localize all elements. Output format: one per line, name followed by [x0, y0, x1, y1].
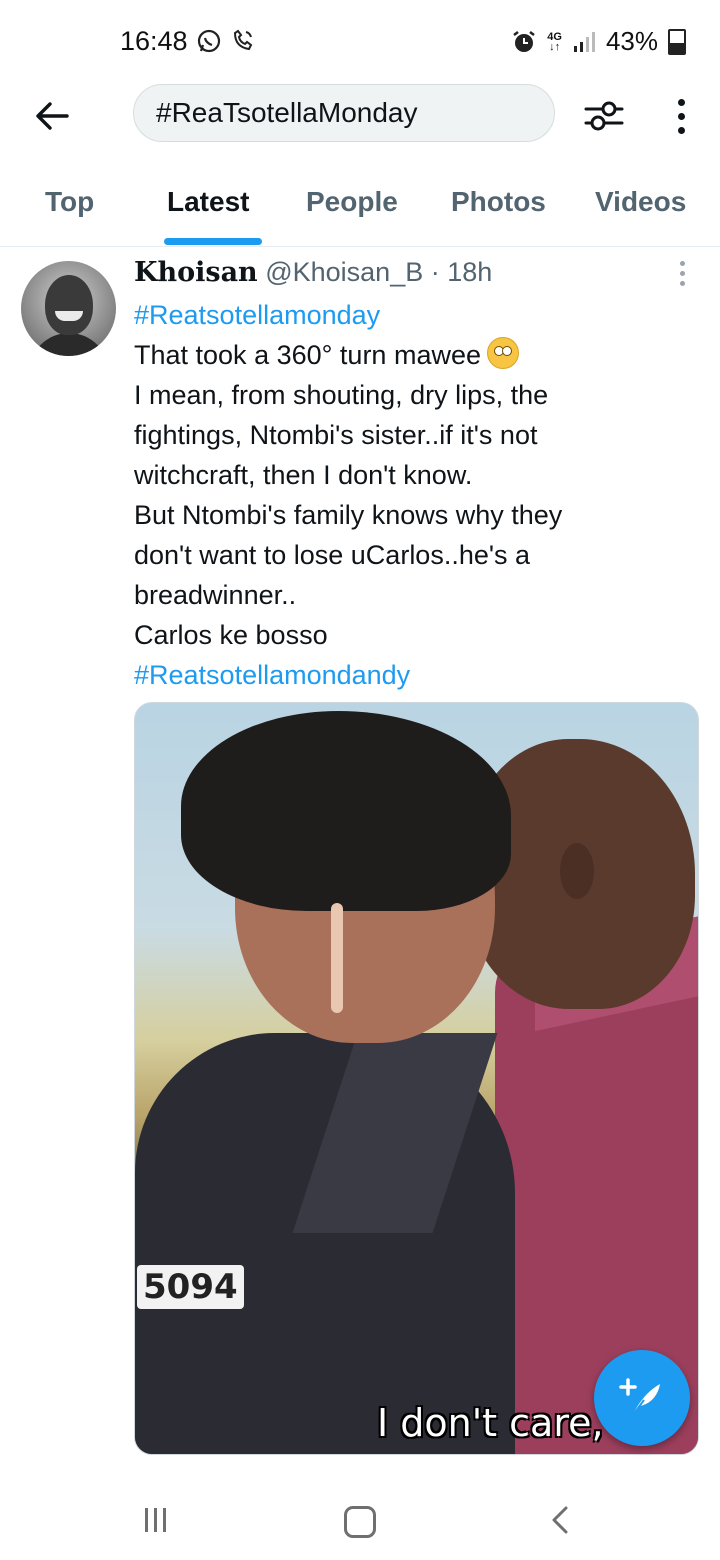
- chevron-left-icon: [552, 1506, 568, 1534]
- search-query: #ReaTsotellaMonday: [156, 97, 418, 128]
- timestamp[interactable]: 18h: [447, 257, 492, 287]
- wifi-call-icon: [233, 29, 253, 51]
- tab-people[interactable]: People: [306, 186, 398, 218]
- media-counter-overlay: 5094: [137, 1265, 244, 1309]
- active-tab-indicator: [164, 238, 262, 245]
- whatsapp-icon: [197, 29, 221, 53]
- back-button[interactable]: [30, 94, 74, 138]
- hashtag-link[interactable]: #Reatsotellamondandy: [134, 655, 694, 695]
- tweet-line: But Ntombi's family knows why they: [134, 500, 563, 530]
- display-name[interactable]: Khoisan: [134, 257, 258, 288]
- search-filter-button[interactable]: [582, 94, 626, 138]
- hashtag-link[interactable]: #Reatsotellamonday: [134, 295, 694, 335]
- network-type-icon: 4G ↓↑: [547, 30, 562, 53]
- search-tabs: Top Latest People Photos Videos: [0, 170, 720, 247]
- separator: ·: [430, 257, 440, 287]
- search-header: #ReaTsotellaMonday: [0, 80, 720, 160]
- tweet-line: breadwinner..: [134, 580, 297, 610]
- flushed-face-emoji-icon: [487, 337, 519, 369]
- signal-icon: [573, 31, 595, 52]
- handle[interactable]: @Khoisan_B: [265, 257, 423, 287]
- tweet-line: That took a 360° turn mawee: [134, 340, 481, 370]
- tab-latest[interactable]: Latest: [167, 186, 249, 218]
- tweet-text: #Reatsotellamonday That took a 360° turn…: [134, 295, 694, 695]
- battery-icon: [668, 28, 686, 55]
- tweet-line: don't want to lose uCarlos..he's a: [134, 540, 531, 570]
- tweet-line: witchcraft, then I don't know.: [134, 460, 473, 490]
- home-button[interactable]: [344, 1506, 376, 1538]
- tweet-line: I mean, from shouting, dry lips, the: [134, 380, 549, 410]
- more-vertical-icon: [680, 261, 685, 266]
- tweet-header: Khoisan @Khoisan_B · 18h: [134, 257, 492, 288]
- compose-feather-icon: [619, 1378, 660, 1417]
- status-bar: 16:48 4G ↓↑ 43%: [0, 0, 720, 80]
- more-options-button[interactable]: [664, 94, 698, 138]
- tab-photos[interactable]: Photos: [451, 186, 546, 218]
- media-subtitle: I don't care, I: [377, 1401, 627, 1445]
- tweet-more-button[interactable]: [680, 261, 685, 286]
- filter-sliders-icon: [584, 101, 624, 131]
- tweet-line: Carlos ke bosso: [134, 620, 328, 650]
- back-arrow-icon: [36, 102, 69, 130]
- tweet-media-image[interactable]: 5094 I don't care, I: [134, 702, 699, 1455]
- battery-percent: 43%: [605, 26, 658, 56]
- tab-videos[interactable]: Videos: [595, 186, 686, 218]
- status-time: 16:48: [120, 26, 188, 56]
- tweet-line: fightings, Ntombi's sister..if it's not: [134, 420, 538, 450]
- recent-apps-button[interactable]: [145, 1508, 166, 1532]
- avatar[interactable]: [21, 261, 116, 356]
- more-vertical-icon: [677, 98, 685, 106]
- system-back-button[interactable]: [548, 1504, 572, 1541]
- compose-tweet-button[interactable]: [594, 1350, 690, 1446]
- search-input[interactable]: #ReaTsotellaMonday: [133, 84, 555, 142]
- alarm-icon: [513, 30, 536, 52]
- tab-top[interactable]: Top: [45, 186, 94, 218]
- system-navigation-bar: [0, 1478, 720, 1560]
